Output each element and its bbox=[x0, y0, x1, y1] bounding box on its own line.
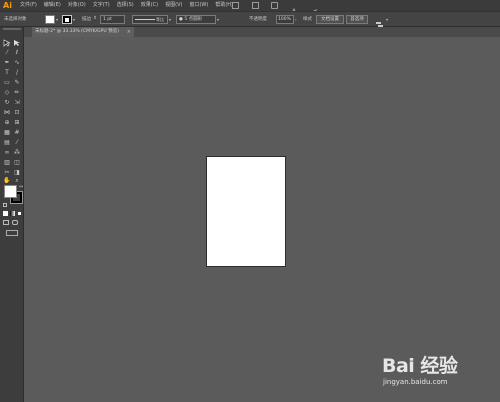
menu-type[interactable]: 文字(T) bbox=[93, 0, 110, 11]
eyedropper-tool-icon[interactable]: ⁄ bbox=[13, 139, 21, 147]
variable-width-profile[interactable]: 等比 bbox=[132, 15, 168, 24]
profile-dropdown-icon[interactable]: ▾ bbox=[169, 17, 171, 22]
free-transform-tool-icon[interactable]: ⊡ bbox=[13, 109, 21, 117]
arrange-icon[interactable] bbox=[375, 15, 385, 29]
magic-wand-tool-icon[interactable]: ⁄ bbox=[3, 49, 11, 57]
bridge-icon[interactable] bbox=[232, 2, 239, 9]
style-label: 样式 bbox=[303, 17, 312, 22]
menu-object[interactable]: 对象(O) bbox=[68, 0, 86, 11]
stroke-dropdown-icon[interactable]: ▾ bbox=[73, 17, 75, 22]
direct-selection-tool-icon[interactable] bbox=[13, 39, 21, 47]
pen-tool-icon[interactable]: ✒ bbox=[3, 59, 11, 67]
gradient-mode-icon[interactable] bbox=[10, 211, 15, 216]
menu-effect[interactable]: 效果(C) bbox=[141, 0, 158, 11]
curvature-tool-icon[interactable]: ∿ bbox=[13, 59, 21, 67]
document-tab-title: 未标题-2* @ 33.33% (CMYK/GPU 预览) bbox=[35, 29, 119, 34]
stock-icon[interactable] bbox=[252, 2, 259, 9]
line-tool-icon[interactable]: / bbox=[13, 69, 21, 77]
live-paint-tool-icon[interactable]: ⊞ bbox=[13, 119, 21, 127]
mesh-tool-icon[interactable]: # bbox=[13, 129, 21, 137]
rotate-tool-icon[interactable]: ↻ bbox=[3, 99, 11, 107]
brush-dropdown-icon[interactable]: ▾ bbox=[217, 17, 219, 22]
brush-dot-icon: ● bbox=[179, 17, 183, 22]
blend-tool-icon[interactable]: ∞ bbox=[3, 149, 11, 157]
document-tab[interactable]: 未标题-2* @ 33.33% (CMYK/GPU 预览) × bbox=[32, 27, 134, 37]
perspective-grid-tool-icon[interactable]: ▦ bbox=[3, 129, 11, 137]
tools-panel: ⁄ ℓ ✒ ∿ T / ▭ ✎ ◇ ✏ ↻ ⇲ ⋈ ⊡ ⊕ ⊞ ▦ # ▤ ⁄ … bbox=[0, 27, 24, 402]
eraser-tool-icon[interactable]: ◨ bbox=[13, 169, 21, 177]
brush-definition[interactable]: ● 5 点圆形 bbox=[176, 15, 216, 24]
stroke-label: 描边 bbox=[82, 17, 91, 22]
watermark: Bai 经验 jingyan.baidu.com bbox=[382, 351, 500, 402]
document-setup-button[interactable]: 文档设置 bbox=[316, 15, 344, 24]
menu-file[interactable]: 文件(F) bbox=[20, 0, 37, 11]
send-icon[interactable] bbox=[310, 1, 318, 15]
type-tool-icon[interactable]: T bbox=[3, 69, 11, 77]
watermark-brand: Bai 经验 bbox=[382, 355, 458, 377]
arrange-dropdown-icon[interactable]: ▾ bbox=[386, 17, 388, 22]
watermark-url: jingyan.baidu.com bbox=[383, 378, 448, 386]
rectangle-tool-icon[interactable]: ▭ bbox=[3, 79, 11, 87]
gpu-performance-icon[interactable] bbox=[290, 1, 298, 16]
opacity-field[interactable]: 100% bbox=[276, 15, 294, 24]
menu-list: 文件(F) 编辑(E) 对象(O) 文字(T) 选择(S) 效果(C) 视图(V… bbox=[20, 0, 240, 11]
opacity-arrow-icon[interactable]: › bbox=[295, 17, 297, 22]
scale-tool-icon[interactable]: ⇲ bbox=[13, 99, 21, 107]
artboard-tool-icon[interactable]: ◫ bbox=[13, 159, 21, 167]
selection-tool-icon[interactable] bbox=[3, 39, 11, 47]
artboard[interactable] bbox=[206, 156, 286, 267]
menu-edit[interactable]: 编辑(E) bbox=[44, 0, 61, 11]
drawing-mode-icon[interactable] bbox=[3, 220, 9, 225]
brush-value: 5 点圆形 bbox=[184, 17, 203, 22]
screen-mode-icon[interactable] bbox=[12, 220, 18, 225]
edit-toolbar-icon[interactable] bbox=[6, 230, 18, 236]
stroke-style-label: 等比 bbox=[156, 17, 164, 22]
column-graph-tool-icon[interactable]: ▥ bbox=[3, 159, 11, 167]
arrange-documents-icon[interactable] bbox=[271, 2, 278, 9]
hand-tool-icon[interactable]: ✋ bbox=[3, 177, 11, 185]
fill-dropdown-icon[interactable]: ▾ bbox=[56, 17, 58, 22]
selection-status: 未选择对象 bbox=[4, 17, 27, 22]
fill-swatch[interactable] bbox=[45, 15, 55, 24]
color-mode-icon[interactable] bbox=[3, 211, 8, 216]
menu-view[interactable]: 视图(V) bbox=[165, 0, 182, 11]
shaper-tool-icon[interactable]: ◇ bbox=[3, 89, 11, 97]
control-bar: 未选择对象 ▾ ▾ 描边 ⇕ 1 pt 等比 ▾ ● 5 点圆形 ▾ 不透明度 … bbox=[0, 11, 500, 29]
none-mode-icon[interactable] bbox=[17, 211, 22, 216]
slice-tool-icon[interactable]: ✂ bbox=[3, 169, 11, 177]
stroke-weight-stepper-icon[interactable]: ⇕ bbox=[93, 16, 97, 21]
close-tab-icon[interactable]: × bbox=[127, 27, 131, 37]
menu-bar: Ai 文件(F) 编辑(E) 对象(O) 文字(T) 选择(S) 效果(C) 视… bbox=[0, 0, 500, 16]
shape-builder-tool-icon[interactable]: ⊕ bbox=[3, 119, 11, 127]
opacity-label: 不透明度 bbox=[249, 17, 267, 22]
stroke-weight-field[interactable]: 1 pt bbox=[100, 15, 125, 24]
pencil-tool-icon[interactable]: ✏ bbox=[13, 89, 21, 97]
symbol-sprayer-tool-icon[interactable]: ⁂ bbox=[13, 149, 21, 157]
stroke-swatch[interactable] bbox=[62, 15, 72, 24]
paintbrush-tool-icon[interactable]: ✎ bbox=[13, 79, 21, 87]
panel-grip[interactable] bbox=[3, 28, 21, 30]
app-logo: Ai bbox=[3, 1, 12, 10]
width-tool-icon[interactable]: ⋈ bbox=[3, 109, 11, 117]
lasso-tool-icon[interactable]: ℓ bbox=[13, 49, 21, 57]
menu-select[interactable]: 选择(S) bbox=[117, 0, 134, 11]
preferences-button[interactable]: 首选项 bbox=[346, 15, 368, 24]
swap-fill-stroke-icon[interactable]: ↔ bbox=[19, 184, 23, 190]
default-colors-icon[interactable] bbox=[3, 203, 7, 207]
gradient-tool-icon[interactable]: ▤ bbox=[3, 139, 11, 147]
menu-window[interactable]: 窗口(W) bbox=[189, 0, 208, 11]
menu-help[interactable]: 帮助(H) bbox=[215, 0, 233, 11]
fill-color-box[interactable] bbox=[4, 185, 17, 198]
